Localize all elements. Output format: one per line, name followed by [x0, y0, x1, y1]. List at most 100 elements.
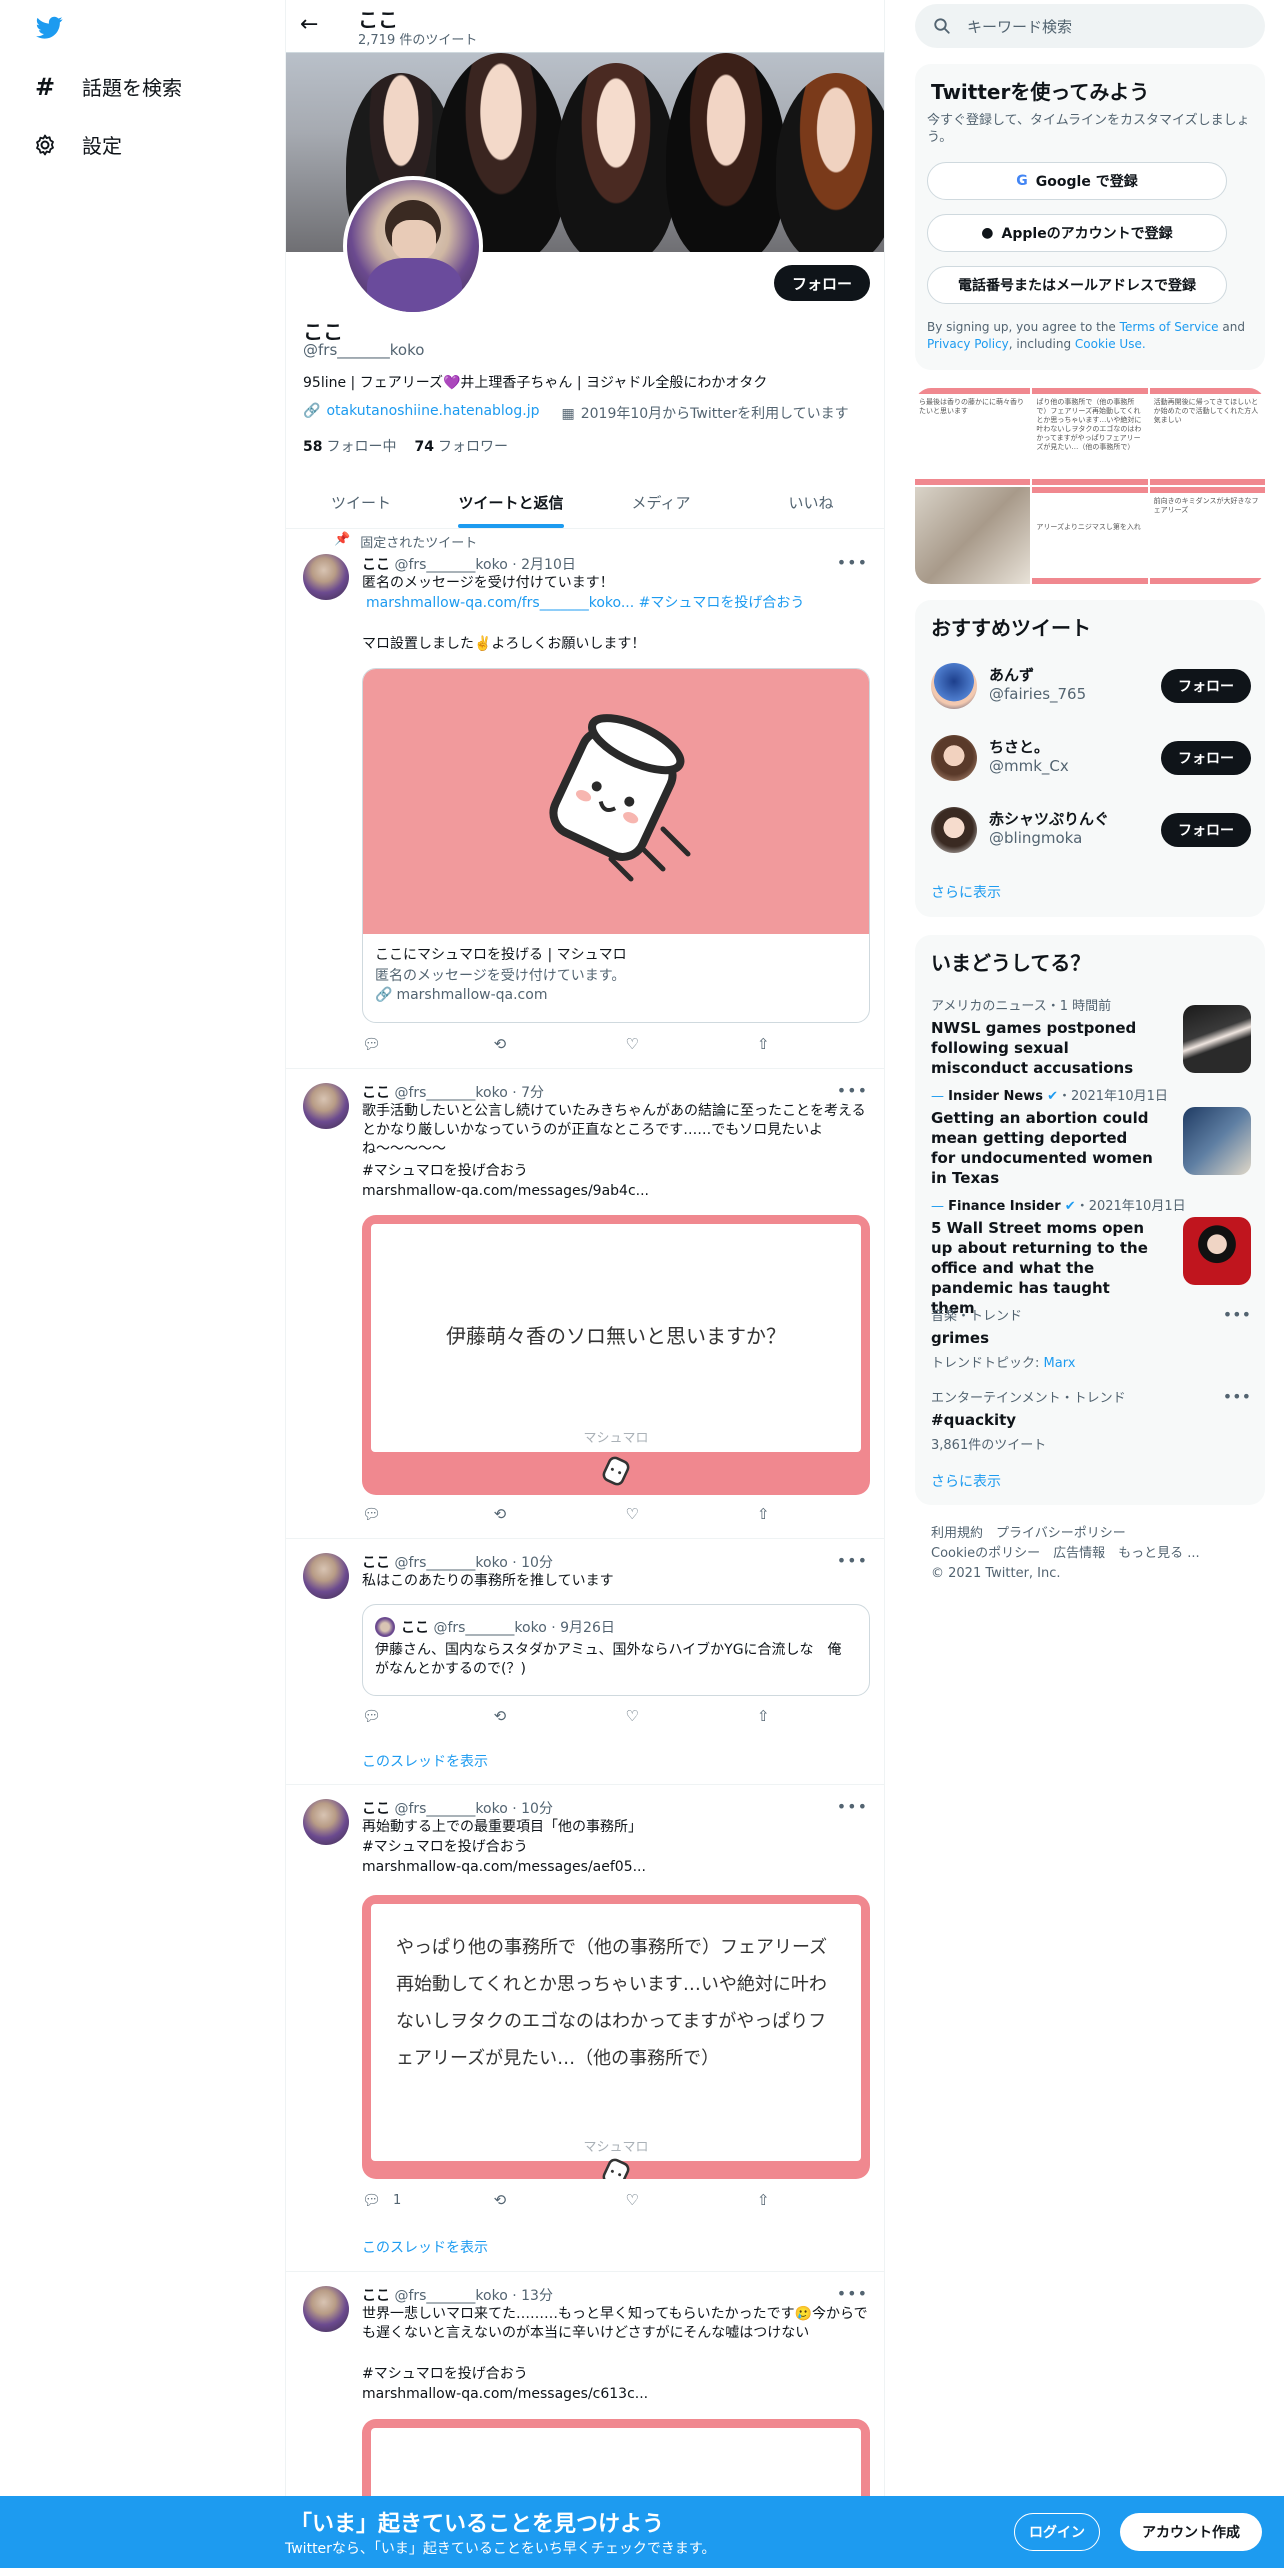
tweet-time[interactable]: · 7分: [512, 1085, 544, 1101]
tweet-hashtag[interactable]: #マシュマロを投げ合おう: [362, 2365, 872, 2384]
twitter-bird-icon[interactable]: [33, 14, 65, 42]
tab-media[interactable]: メディア: [586, 476, 736, 528]
cookie-link[interactable]: Cookie Use.: [1075, 337, 1146, 351]
tweet-link[interactable]: marshmallow-qa.com/messages/9ab4c...: [362, 1182, 872, 1201]
quote-tweet[interactable]: ここ @frs_______koko · 9月26日 伊藤さん、国内ならスタダか…: [362, 1604, 870, 1696]
followers-link[interactable]: 74 フォロワー: [414, 436, 507, 456]
tweet-author-name[interactable]: ここ: [362, 1801, 390, 1817]
profile-website-link[interactable]: otakutanoshiine.hatenablog.jp: [326, 403, 539, 419]
more-icon[interactable]: •••: [837, 1797, 868, 1816]
like-icon[interactable]: ♡: [625, 1505, 650, 1523]
profile-avatar[interactable]: [343, 176, 483, 316]
recommended-user[interactable]: 赤シャツぷりんぐ @blingmoka フォロー: [931, 804, 1251, 854]
share-icon[interactable]: ⇧: [757, 2191, 782, 2209]
privacy-link[interactable]: Privacy Policy: [927, 337, 1009, 351]
google-signup-button[interactable]: G Google で登録: [927, 162, 1227, 200]
like-icon[interactable]: ♡: [625, 1035, 650, 1053]
tweet-time[interactable]: · 10分: [512, 1555, 553, 1571]
tweet-hashtag[interactable]: #マシュマロを投げ合おう: [639, 595, 805, 611]
retweet-icon[interactable]: ⟲: [494, 1035, 519, 1053]
reply-icon[interactable]: 💬︎: [362, 1505, 387, 1523]
tab-tweets-and-replies[interactable]: ツイートと返信: [436, 476, 586, 528]
show-thread-link[interactable]: このスレッドを表示: [362, 2237, 488, 2257]
tweet-link[interactable]: marshmallow-qa.com/messages/aef05...: [362, 1858, 872, 1877]
tweet-hashtag[interactable]: #マシュマロを投げ合おう: [362, 1162, 872, 1181]
more-icon[interactable]: •••: [837, 2284, 868, 2303]
tweet-author-name[interactable]: ここ: [362, 1085, 390, 1101]
tweet-time[interactable]: · 13分: [512, 2288, 553, 2304]
apple-signup-button[interactable]: ● Appleのアカウントで登録: [927, 214, 1227, 252]
terms-link[interactable]: Terms of Service: [1120, 320, 1219, 334]
avatar[interactable]: [303, 1083, 349, 1129]
following-link[interactable]: 58 フォロー中: [303, 436, 396, 456]
recommended-user[interactable]: ちさと。 @mmk_Cx フォロー: [931, 732, 1251, 782]
share-icon[interactable]: ⇧: [757, 1505, 782, 1523]
tweet-link[interactable]: marshmallow-qa.com/messages/c613c...: [362, 2385, 872, 2404]
tweet-author-name[interactable]: ここ: [362, 557, 390, 573]
media-grid[interactable]: ら最後は香りの藤かにに萌々香りたいと思います ぱり他の事務所で（他の事務所で）フ…: [915, 388, 1265, 584]
more-icon[interactable]: •••: [837, 553, 868, 572]
media-thumb[interactable]: 前向きのキミダンスが大好きなフェアリーズ: [1149, 487, 1265, 584]
media-thumb-photo[interactable]: [915, 487, 1031, 584]
follow-button[interactable]: フォロー: [774, 265, 870, 301]
tweet[interactable]: ここ @frs_______koko · 7分 ••• 歌手活動したいと公言し続…: [286, 1069, 884, 1539]
show-thread-link[interactable]: このスレッドを表示: [362, 1751, 488, 1771]
tweet-hashtag[interactable]: #マシュマロを投げ合おう: [362, 1838, 872, 1857]
avatar[interactable]: [303, 1553, 349, 1599]
show-more-link[interactable]: さらに表示: [931, 882, 1001, 902]
more-icon[interactable]: •••: [1223, 1305, 1251, 1324]
retweet-icon[interactable]: ⟲: [494, 1505, 519, 1523]
reply-icon[interactable]: 💬︎: [362, 1035, 387, 1053]
follow-button[interactable]: フォロー: [1161, 669, 1251, 703]
avatar[interactable]: [303, 2286, 349, 2332]
media-thumb[interactable]: ぱり他の事務所で（他の事務所で）フェアリーズ再始動してくれとか思っちゃいます…い…: [1032, 388, 1148, 485]
nav-settings[interactable]: 設定: [32, 130, 122, 159]
retweet-icon[interactable]: ⟲: [494, 1707, 519, 1725]
tweet-time[interactable]: · 2月10日: [512, 557, 576, 573]
tweet[interactable]: ここ @frs_______koko · 10分 ••• 再始動する上での最重要…: [286, 1785, 884, 2272]
tweet-author-name[interactable]: ここ: [362, 2288, 390, 2304]
login-button[interactable]: ログイン: [1014, 2513, 1100, 2551]
recommended-user[interactable]: あんず @fairies_765 フォロー: [931, 660, 1251, 710]
phone-email-signup-button[interactable]: 電話番号またはメールアドレスで登録: [927, 266, 1227, 304]
like-icon[interactable]: ♡: [625, 2191, 650, 2209]
share-icon[interactable]: ⇧: [757, 1707, 782, 1725]
show-more-link[interactable]: さらに表示: [931, 1471, 1001, 1491]
share-icon[interactable]: ⇧: [757, 1035, 782, 1053]
like-icon[interactable]: ♡: [625, 1707, 650, 1725]
follow-button[interactable]: フォロー: [1161, 813, 1251, 847]
link-card[interactable]: ここにマシュマロを投げる | マシュマロ 匿名のメッセージを受け付けています。 …: [362, 668, 870, 1023]
trend-item[interactable]: — Finance Insider ✔・2021年10月1日 5 Wall St…: [931, 1195, 1251, 1317]
footer-links-2[interactable]: Cookieのポリシー 広告情報 もっと見る ...: [931, 1544, 1200, 1564]
media-thumb[interactable]: ら最後は香りの藤かにに萌々香りたいと思います: [915, 388, 1031, 485]
trend-item[interactable]: 音楽・トレンド grimes トレンドトピック: Marx •••: [931, 1305, 1251, 1375]
more-icon[interactable]: •••: [837, 1551, 868, 1570]
more-icon[interactable]: •••: [837, 1081, 868, 1100]
tab-tweets[interactable]: ツイート: [286, 476, 436, 528]
marshmallow-card[interactable]: 伊藤萌々香のソロ無いと思いますか？ マシュマロ: [362, 1215, 870, 1495]
tweet[interactable]: ここ @frs_______koko · 10分 ••• 私はこのあたりの事務所…: [286, 1539, 884, 1785]
trend-item[interactable]: エンターテインメント・トレンド #quackity 3,861件のツイート ••…: [931, 1387, 1251, 1457]
tweet-pinned[interactable]: 📌 固定されたツイート ここ @frs_______koko · 2月10日 •…: [286, 529, 884, 1069]
tweet-link[interactable]: marshmallow-qa.com/frs_______koko...: [366, 595, 634, 611]
retweet-icon[interactable]: ⟲: [494, 2191, 519, 2209]
create-account-button[interactable]: アカウント作成: [1120, 2513, 1262, 2551]
avatar[interactable]: [303, 554, 349, 600]
footer-links-1[interactable]: 利用規約 プライバシーポリシー: [931, 1524, 1200, 1544]
nav-explore[interactable]: # 話題を検索: [32, 72, 182, 101]
media-thumb[interactable]: アリーズよりニジマスし第を入れ: [1032, 487, 1148, 584]
reply-icon[interactable]: 💬︎: [362, 1707, 387, 1725]
more-icon[interactable]: •••: [1223, 1387, 1251, 1406]
trend-topic-link[interactable]: Marx: [1044, 1356, 1076, 1371]
tweet-time[interactable]: · 10分: [512, 1801, 553, 1817]
search-input[interactable]: キーワード検索: [967, 16, 1072, 37]
marshmallow-card[interactable]: やっぱり他の事務所で（他の事務所で）フェアリーズ再始動してくれとか思っちゃいます…: [362, 1895, 870, 2179]
media-thumb[interactable]: 活動再開後に帰ってきてほしいとか始めたので活動してくれた方人気ましい: [1149, 388, 1265, 485]
follow-button[interactable]: フォロー: [1161, 741, 1251, 775]
avatar[interactable]: [303, 1799, 349, 1845]
back-arrow-icon[interactable]: ←: [300, 12, 318, 37]
trend-item[interactable]: — Insider News ✔・2021年10月1日 Getting an a…: [931, 1085, 1251, 1187]
tweet-author-name[interactable]: ここ: [362, 1555, 390, 1571]
tab-likes[interactable]: いいね: [736, 476, 884, 528]
trend-item[interactable]: アメリカのニュース・1 時間前 NWSL games postponed fol…: [931, 995, 1251, 1077]
